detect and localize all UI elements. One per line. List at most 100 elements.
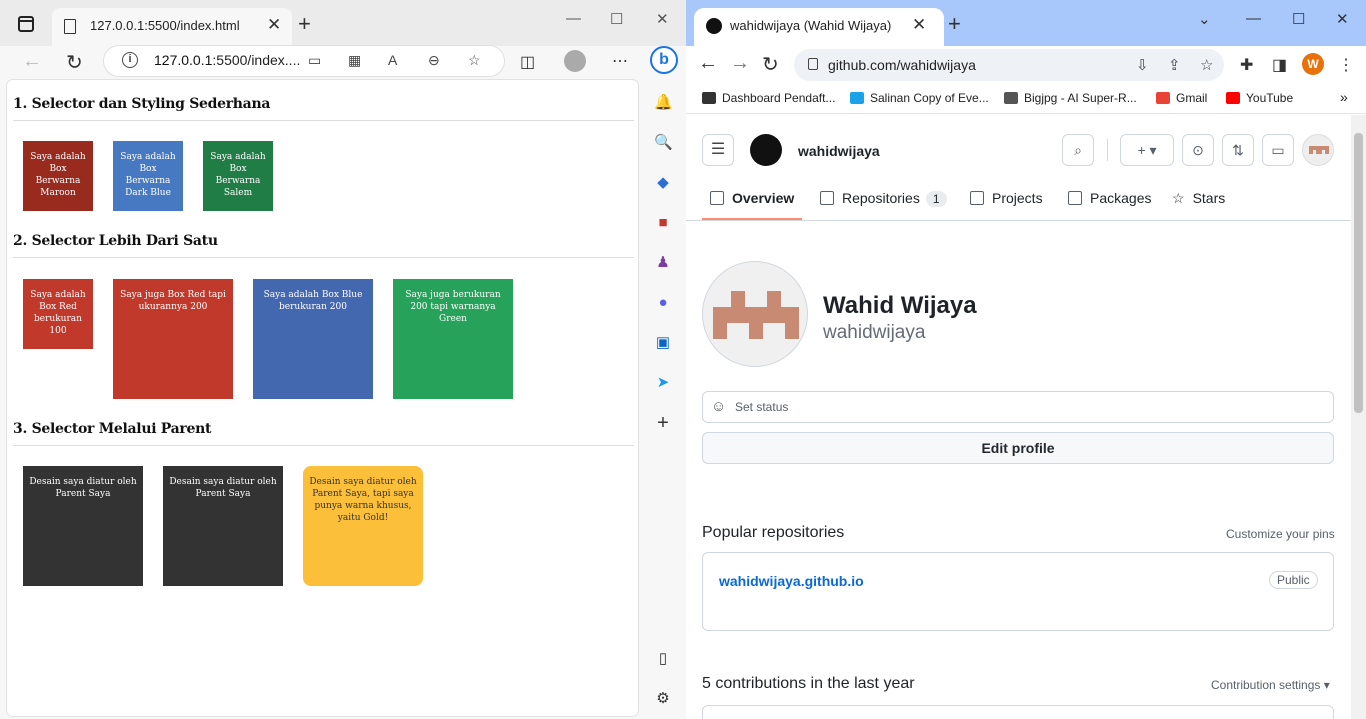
- create-new-button[interactable]: + ▾: [1120, 134, 1174, 166]
- settings-gear-icon[interactable]: ⚙: [654, 690, 672, 708]
- box-green-200: Saya juga berukuran 200 tapi warnanya Gr…: [393, 279, 513, 399]
- info-icon[interactable]: i: [122, 52, 138, 68]
- profile-display-name: Wahid Wijaya: [823, 292, 977, 319]
- hamburger-menu-icon[interactable]: ☰: [702, 134, 734, 166]
- shopping-tag-icon[interactable]: ◆: [654, 174, 672, 192]
- chrome-tab-strip: wahidwijaya (Wahid Wijaya) ✕ + ⌄ — ☐ ✕: [686, 0, 1366, 46]
- header-divider: [1107, 139, 1108, 161]
- extensions-puzzle-icon[interactable]: ✚: [1240, 55, 1253, 75]
- edge-page-content: 1. Selector dan Styling Sederhana Saya a…: [7, 80, 638, 716]
- edit-profile-button[interactable]: Edit profile: [702, 432, 1334, 464]
- user-avatar[interactable]: [1302, 134, 1334, 166]
- read-aloud-icon[interactable]: A: [388, 52, 397, 68]
- refresh-icon[interactable]: ↻: [762, 52, 779, 77]
- tools-icon[interactable]: ■: [654, 214, 672, 232]
- lock-icon[interactable]: [808, 58, 818, 70]
- chrome-toolbar: ← → ↻ github.com/wahidwijaya ⇩ ⇪ ☆ ✚ ◨ ⋮: [686, 46, 1366, 84]
- gmail-icon: [1156, 92, 1170, 104]
- edge-tab-strip: 127.0.0.1:5500/index.html ✕ + — ☐ ✕: [0, 0, 686, 46]
- tab-repositories[interactable]: Repositories 1: [820, 190, 947, 207]
- bing-chat-icon[interactable]: b: [650, 46, 678, 74]
- box-dark-blue: Saya adalah Box Berwarna Dark Blue: [113, 141, 183, 211]
- drop-icon[interactable]: ➤: [654, 374, 672, 392]
- edge-active-tab[interactable]: 127.0.0.1:5500/index.html ✕: [52, 8, 292, 46]
- favorite-star-icon[interactable]: ☆: [468, 52, 481, 69]
- search-icon[interactable]: 🔍: [654, 134, 673, 152]
- bookmark-item[interactable]: Dashboard Pendaft...: [702, 91, 835, 105]
- page-icon: [64, 19, 76, 34]
- close-tab-icon[interactable]: ✕: [267, 15, 281, 35]
- scrollbar-thumb[interactable]: [1354, 133, 1363, 413]
- new-tab-button[interactable]: +: [948, 11, 961, 37]
- forward-arrow-icon[interactable]: →: [730, 52, 750, 75]
- repo-link[interactable]: wahidwijaya.github.io: [719, 573, 864, 589]
- qr-code-icon[interactable]: ▦: [348, 52, 361, 69]
- notification-bell-icon[interactable]: 🔔: [654, 94, 673, 112]
- box-red-100: Saya adalah Box Red berukuran 100: [23, 279, 93, 349]
- inbox-icon[interactable]: ▭: [1262, 134, 1294, 166]
- section-title-3: 3. Selector Melalui Parent: [13, 421, 212, 437]
- games-icon[interactable]: ♟: [654, 254, 672, 272]
- issues-icon[interactable]: ⊙: [1182, 134, 1214, 166]
- zoom-out-icon[interactable]: ⊖: [428, 52, 440, 69]
- github-profile-page: ☰ wahidwijaya ⌕ + ▾ ⊙ ⇅ ▭ Overview Repos…: [686, 115, 1351, 719]
- bookmark-star-icon[interactable]: ☆: [1200, 56, 1213, 74]
- github-favicon-icon: [706, 18, 722, 34]
- app-available-icon[interactable]: ▭: [308, 52, 321, 69]
- profile-avatar[interactable]: [702, 261, 808, 367]
- close-window-icon[interactable]: ✕: [656, 10, 669, 28]
- back-arrow-icon[interactable]: ←: [698, 52, 718, 75]
- tab-actions-icon[interactable]: [18, 16, 34, 32]
- bookmark-item[interactable]: YouTube: [1226, 91, 1293, 105]
- close-window-icon[interactable]: ✕: [1336, 10, 1349, 28]
- side-panel-icon[interactable]: ◨: [1272, 55, 1287, 75]
- edge-sidebar: 🔔 🔍 ◆ ■ ♟ ● ▣ ➤ + ▯ ⚙: [638, 46, 686, 719]
- page-scrollbar[interactable]: [1351, 115, 1366, 719]
- refresh-icon[interactable]: ↻: [66, 50, 83, 75]
- more-options-icon[interactable]: ⋮: [1338, 55, 1354, 75]
- office-icon[interactable]: ●: [654, 294, 672, 312]
- install-app-icon[interactable]: ⇩: [1136, 56, 1149, 74]
- search-icon[interactable]: ⌕: [1062, 134, 1094, 166]
- chrome-active-tab[interactable]: wahidwijaya (Wahid Wijaya) ✕: [694, 8, 944, 46]
- contribution-settings-menu[interactable]: Contribution settings ▾: [1211, 678, 1330, 692]
- hide-sidebar-icon[interactable]: ▯: [654, 650, 672, 668]
- more-bookmarks-icon[interactable]: »: [1340, 89, 1348, 105]
- tab-search-chevron-icon[interactable]: ⌄: [1198, 10, 1211, 28]
- tab-packages[interactable]: Packages: [1068, 190, 1151, 206]
- repo-count-badge: 1: [925, 191, 947, 207]
- minimize-icon[interactable]: —: [1246, 10, 1261, 27]
- star-icon: ☆: [1172, 190, 1185, 206]
- tab-projects[interactable]: Projects: [970, 190, 1043, 206]
- maximize-icon[interactable]: ☐: [1292, 10, 1305, 28]
- back-arrow-icon[interactable]: ←: [22, 50, 42, 73]
- bookmark-item[interactable]: Bigjpg - AI Super-R...: [1004, 91, 1137, 105]
- chrome-address-bar[interactable]: github.com/wahidwijaya ⇩ ⇪ ☆: [794, 49, 1224, 81]
- chrome-profile-avatar[interactable]: W: [1302, 53, 1324, 75]
- outlook-icon[interactable]: ▣: [654, 334, 672, 352]
- edge-address-bar[interactable]: i 127.0.0.1:5500/index.... ▭ ▦ A ⊖ ☆: [104, 46, 504, 76]
- pull-requests-icon[interactable]: ⇅: [1222, 134, 1254, 166]
- split-screen-icon[interactable]: ◫: [520, 52, 535, 72]
- maximize-icon[interactable]: ☐: [610, 10, 623, 28]
- tab-stars[interactable]: ☆ Stars: [1172, 190, 1225, 207]
- chrome-tab-title: wahidwijaya (Wahid Wijaya): [730, 18, 892, 33]
- customize-pins-link[interactable]: Customize your pins: [1226, 527, 1335, 541]
- minimize-icon[interactable]: —: [566, 10, 581, 27]
- package-icon: [1068, 191, 1082, 205]
- more-options-icon[interactable]: ⋯: [612, 51, 628, 71]
- set-status-button[interactable]: ☺ Set status: [702, 391, 1334, 423]
- add-sidebar-app-icon[interactable]: +: [654, 413, 672, 433]
- share-icon[interactable]: ⇪: [1168, 56, 1181, 74]
- edge-profile-avatar[interactable]: [564, 50, 586, 72]
- close-tab-icon[interactable]: ✕: [912, 15, 926, 35]
- repo-visibility-badge: Public: [1269, 571, 1318, 589]
- bookmark-item[interactable]: Gmail: [1156, 91, 1207, 105]
- contributions-graph-box: [702, 705, 1334, 719]
- github-logo-icon[interactable]: [750, 134, 782, 166]
- bookmark-item[interactable]: Salinan Copy of Eve...: [850, 91, 989, 105]
- tab-overview[interactable]: Overview: [710, 190, 794, 206]
- profile-username: wahidwijaya: [823, 322, 926, 343]
- new-tab-button[interactable]: +: [298, 11, 311, 37]
- header-username[interactable]: wahidwijaya: [798, 143, 880, 159]
